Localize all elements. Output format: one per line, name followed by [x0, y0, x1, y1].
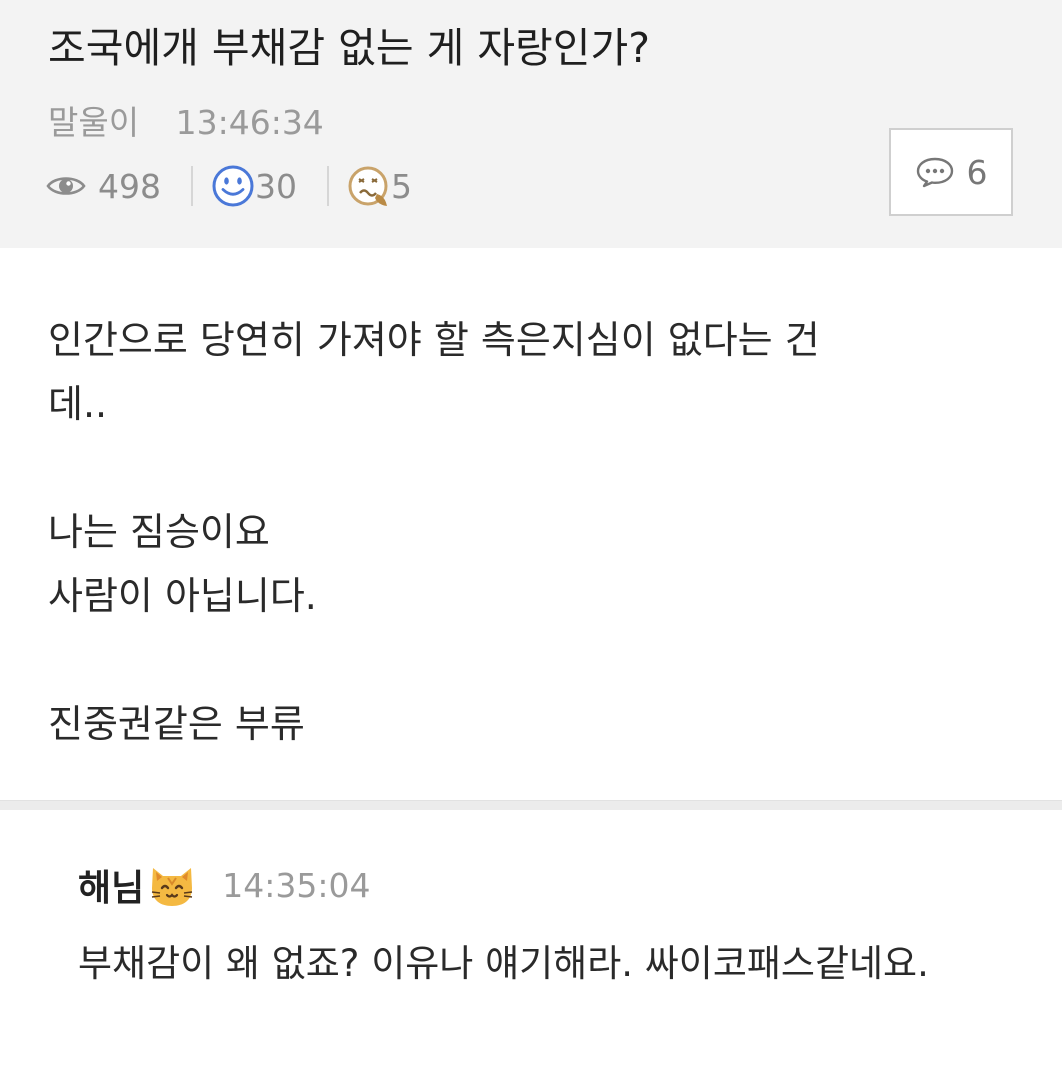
- like-stat[interactable]: 30: [211, 164, 297, 208]
- post-body-line: 인간으로 당연히 가져야 할 측은지심이 없다는 건: [48, 318, 820, 362]
- post-time: 13:46:34: [175, 103, 324, 142]
- post-body: 인간으로 당연히 가져야 할 측은지심이 없다는 건 데.. 나는 짐승이요 사…: [48, 308, 1008, 756]
- comment-count-button[interactable]: 6: [889, 128, 1013, 216]
- stat-divider: [327, 166, 329, 206]
- post-header: 조국에개 부채감 없는 게 자랑인가? 말울이 13:46:34 498 30: [0, 0, 1062, 248]
- post-body-line: 나는 짐승이요: [48, 510, 270, 554]
- post-body-line: 사람이 아닙니다.: [48, 574, 317, 618]
- speech-bubble-icon: [916, 157, 953, 188]
- dislike-stat[interactable]: 5: [347, 164, 412, 208]
- view-count-stat: 498: [46, 167, 161, 206]
- comment-header: 해님 14:35:04: [78, 855, 1018, 915]
- post-title: 조국에개 부채감 없는 게 자랑인가?: [48, 24, 650, 72]
- view-count: 498: [98, 166, 161, 206]
- disgusted-face-icon[interactable]: [347, 164, 391, 208]
- stat-divider: [191, 166, 193, 206]
- comment-item: 해님 14:35:04 부채감이 왜 없죠? 이유나 얘기해라. 싸이코패스같네…: [78, 855, 1018, 995]
- comment-time: 14:35:04: [222, 865, 371, 905]
- post-body-blank-line: [48, 436, 1008, 500]
- comment-text: 부채감이 왜 없죠? 이유나 얘기해라. 싸이코패스같네요.: [78, 942, 929, 985]
- post-body-line: 진중권같은 부류: [48, 702, 305, 746]
- section-divider: [0, 800, 1062, 810]
- post-body-blank-line: [48, 628, 1008, 692]
- post-body-line: 데..: [48, 382, 108, 426]
- comment-author[interactable]: 해님: [78, 859, 144, 911]
- post-meta: 말울이 13:46:34: [48, 102, 324, 144]
- like-count: 30: [255, 166, 297, 206]
- cat-face-icon: [152, 868, 193, 906]
- dislike-count: 5: [391, 166, 412, 206]
- smiley-icon[interactable]: [211, 164, 255, 208]
- post-stats: 498 30 5: [46, 163, 412, 209]
- eye-icon: [46, 177, 86, 195]
- post-author[interactable]: 말울이: [48, 103, 139, 142]
- comment-count: 6: [966, 152, 988, 192]
